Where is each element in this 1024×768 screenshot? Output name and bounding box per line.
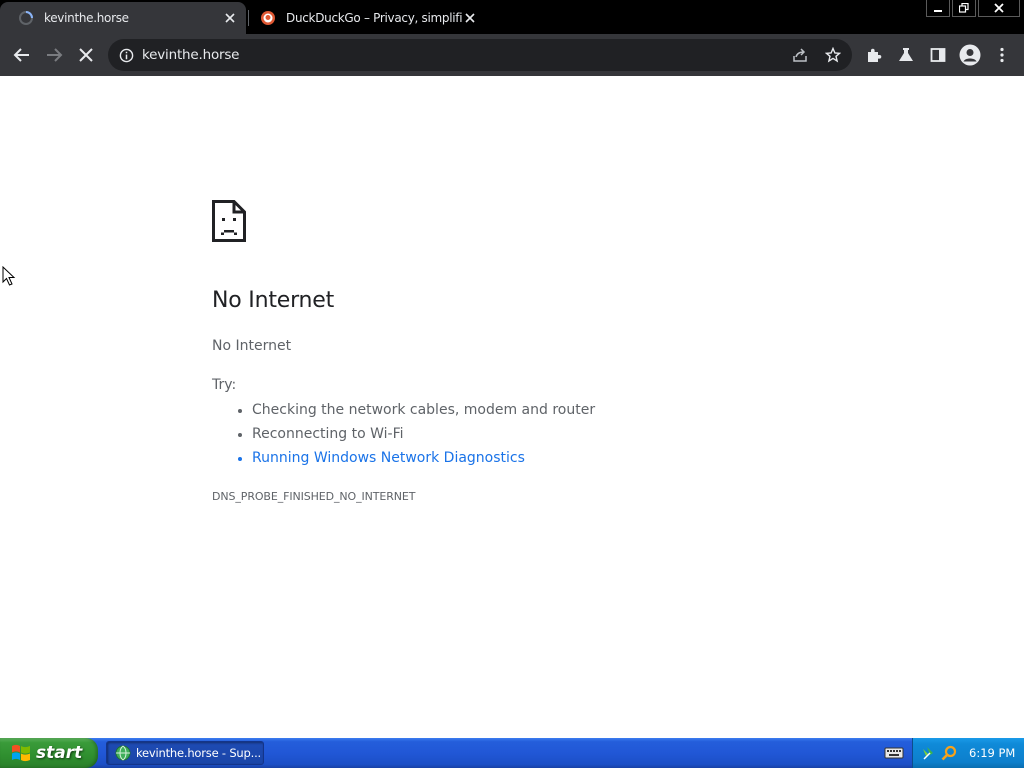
back-button[interactable]	[6, 39, 38, 71]
restore-icon	[959, 3, 969, 13]
arrow-right-icon	[47, 48, 63, 62]
error-subtitle: No Internet	[212, 338, 292, 354]
mouse-cursor-icon	[2, 266, 16, 286]
sad-document-icon	[212, 200, 246, 242]
system-tray: 6:19 PM	[912, 738, 1024, 768]
tab-close-icon[interactable]	[462, 10, 478, 26]
taskbar: start kevinthe.horse - Sup... 6:19 PM	[0, 738, 1024, 768]
browser-toolbar: kevinthe.horse	[0, 34, 1024, 76]
browser-window: kevinthe.horse DuckDuckGo – Privacy, sim…	[0, 0, 1024, 768]
duckduckgo-icon	[260, 10, 276, 26]
forward-button[interactable]	[38, 39, 70, 71]
arrow-left-icon	[13, 48, 29, 62]
suggestion-list: Checking the network cables, modem and r…	[212, 398, 595, 470]
labs-button[interactable]	[894, 43, 918, 67]
network-diagnostics-link[interactable]: Running Windows Network Diagnostics	[237, 446, 595, 470]
restore-button[interactable]	[952, 0, 976, 17]
side-panel-icon	[930, 48, 946, 62]
try-label: Try:	[212, 377, 237, 393]
bookmark-button[interactable]	[823, 45, 843, 65]
tab-title: kevinthe.horse	[44, 11, 129, 25]
url-text: kevinthe.horse	[142, 47, 240, 63]
menu-button[interactable]	[990, 43, 1014, 67]
page-content: No Internet No Internet Try: Checking th…	[0, 76, 1024, 738]
windows-flag-icon	[12, 744, 30, 762]
flask-icon	[899, 48, 913, 61]
network-icon[interactable]	[921, 745, 937, 761]
loading-spinner-icon	[18, 10, 34, 26]
taskbar-item-label: kevinthe.horse - Sup...	[136, 746, 261, 760]
minimize-button[interactable]	[926, 0, 950, 17]
globe-icon	[115, 745, 131, 761]
more-vert-icon	[1000, 47, 1004, 63]
minimize-icon	[934, 10, 942, 12]
side-panel-button[interactable]	[926, 43, 950, 67]
keyboard-icon[interactable]	[884, 745, 904, 761]
start-label: start	[36, 743, 83, 763]
search-icon[interactable]	[941, 745, 957, 761]
window-controls	[926, 0, 1020, 17]
tab-title: DuckDuckGo – Privacy, simplified.	[286, 11, 462, 25]
profile-button[interactable]	[958, 43, 982, 67]
stop-loading-button[interactable]	[70, 39, 102, 71]
error-code: DNS_PROBE_FINISHED_NO_INTERNET	[212, 490, 416, 503]
star-icon	[825, 47, 841, 63]
tab-close-icon[interactable]	[222, 10, 238, 26]
tab-strip: kevinthe.horse DuckDuckGo – Privacy, sim…	[0, 0, 1024, 34]
tab-separator	[248, 10, 249, 26]
puzzle-icon	[868, 48, 882, 62]
stop-icon	[79, 48, 93, 62]
error-title: No Internet	[212, 288, 335, 313]
info-icon[interactable]	[118, 47, 134, 63]
share-icon	[793, 48, 807, 62]
address-bar[interactable]: kevinthe.horse	[108, 39, 852, 71]
taskbar-item-browser[interactable]: kevinthe.horse - Sup...	[106, 741, 264, 765]
close-window-button[interactable]	[978, 0, 1020, 17]
clock: 6:19 PM	[969, 746, 1016, 760]
share-button[interactable]	[790, 45, 810, 65]
tab-duckduckgo[interactable]: DuckDuckGo – Privacy, simplified.	[250, 2, 486, 34]
suggestion-check-cables: Checking the network cables, modem and r…	[237, 398, 595, 422]
suggestion-reconnect-wifi: Reconnecting to Wi-Fi	[237, 422, 595, 446]
avatar-icon	[959, 44, 981, 66]
start-button[interactable]: start	[0, 738, 98, 768]
extensions-button[interactable]	[862, 43, 886, 67]
tab-kevinthe-horse[interactable]: kevinthe.horse	[0, 2, 246, 34]
close-icon	[994, 3, 1004, 13]
